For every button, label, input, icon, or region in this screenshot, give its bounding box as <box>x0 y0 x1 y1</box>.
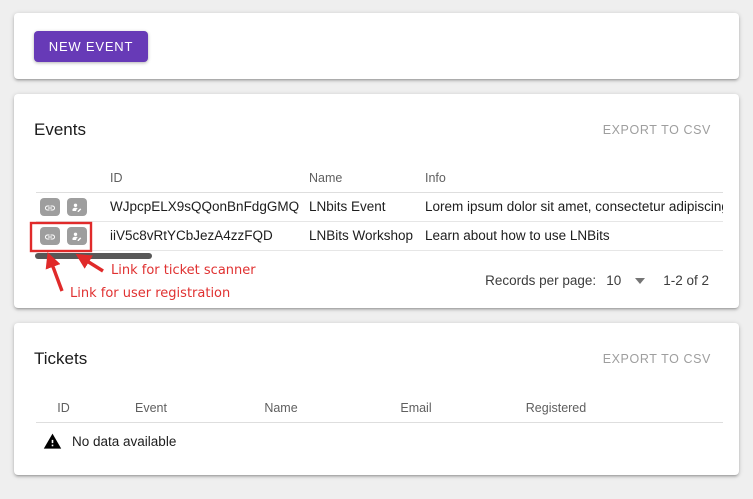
events-card-header: Events EXPORT TO CSV <box>14 94 739 165</box>
events-table: ID Name Info WJpcpELX9sQQonBnFdgGMQ LNbi… <box>36 165 723 251</box>
tickets-card-header: Tickets EXPORT TO CSV <box>14 323 739 394</box>
tickets-col-email: Email <box>351 394 481 422</box>
tickets-col-name: Name <box>211 394 351 422</box>
event-row-actions <box>36 192 110 221</box>
tickets-table-header-row: ID Event Name Email Registered <box>36 394 723 422</box>
events-col-actions <box>36 165 110 192</box>
events-title: Events <box>34 120 86 140</box>
link-icon[interactable] <box>40 227 60 245</box>
events-pagination: Records per page: 10 1-2 of 2 <box>14 261 739 301</box>
warning-icon <box>42 432 63 451</box>
records-per-page-value[interactable]: 10 <box>606 273 621 288</box>
tickets-col-filler <box>631 394 723 422</box>
records-per-page-label: Records per page: <box>485 273 596 288</box>
event-row-actions <box>36 221 110 250</box>
events-col-id: ID <box>110 165 309 192</box>
tickets-col-id: ID <box>36 394 91 422</box>
events-col-info: Info <box>425 165 723 192</box>
event-row-name: LNbits Event <box>309 192 425 221</box>
tickets-title: Tickets <box>34 349 87 369</box>
tickets-col-event: Event <box>91 394 211 422</box>
new-event-card: NEW EVENT <box>14 13 739 79</box>
tickets-card: Tickets EXPORT TO CSV ID Event Name Emai… <box>14 323 739 475</box>
no-data-message: No data available <box>72 434 176 449</box>
link-icon[interactable] <box>40 198 60 216</box>
event-row: iiV5c8vRtYCbJezA4zzFQD LNBits Workshop L… <box>36 221 723 250</box>
tickets-col-registered: Registered <box>481 394 631 422</box>
event-row-id: WJpcpELX9sQQonBnFdgGMQ <box>110 192 309 221</box>
person-register-icon[interactable] <box>67 198 87 216</box>
events-card: Events EXPORT TO CSV ID Name Info WJpcpE… <box>14 94 739 308</box>
caret-down-icon[interactable] <box>635 278 645 284</box>
horizontal-scrollbar-thumb[interactable] <box>35 253 152 259</box>
events-table-header-row: ID Name Info <box>36 165 723 192</box>
new-event-button[interactable]: NEW EVENT <box>34 31 148 62</box>
event-row: WJpcpELX9sQQonBnFdgGMQ LNbits Event Lore… <box>36 192 723 221</box>
pagination-range-label: 1-2 of 2 <box>663 273 709 288</box>
event-row-info: Lorem ipsum dolor sit amet, consectetur … <box>425 192 723 221</box>
events-col-name: Name <box>309 165 425 192</box>
horizontal-scrollbar-track <box>14 253 739 261</box>
event-row-name: LNBits Workshop <box>309 221 425 250</box>
events-export-csv-button[interactable]: EXPORT TO CSV <box>595 117 719 143</box>
event-row-info: Learn about how to use LNBits <box>425 221 723 250</box>
tickets-table: ID Event Name Email Registered <box>36 394 723 423</box>
event-row-id: iiV5c8vRtYCbJezA4zzFQD <box>110 221 309 250</box>
person-register-icon[interactable] <box>67 227 87 245</box>
no-data-row: No data available <box>42 432 739 451</box>
tickets-export-csv-button[interactable]: EXPORT TO CSV <box>595 346 719 372</box>
